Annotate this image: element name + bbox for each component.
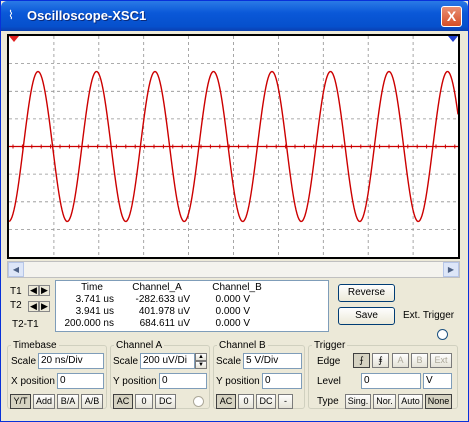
cursor-controls: T1 ◀ ▶ T2 ◀ ▶ T2-T1 bbox=[7, 280, 51, 332]
readout-delta-channel-a: 684.611 uV bbox=[139, 318, 190, 329]
measurement-readout: Time Channel_A Channel_B 3.741 us -282.6… bbox=[55, 280, 329, 332]
mode-ab-button[interactable]: A/B bbox=[81, 394, 103, 409]
save-button[interactable]: Save bbox=[338, 307, 395, 325]
channel-b-scale-field[interactable]: 5 V/Div bbox=[243, 353, 302, 369]
reverse-button[interactable]: Reverse bbox=[338, 284, 395, 302]
t2-t1-label: T2-T1 bbox=[12, 319, 39, 330]
channel-a-scale-up-icon[interactable]: ▲ bbox=[195, 353, 207, 361]
channel-a-scale-label: Scale bbox=[113, 356, 139, 367]
t1-right-arrow-icon[interactable]: ▶ bbox=[39, 285, 50, 296]
scroll-right-icon[interactable]: ▶ bbox=[443, 262, 459, 277]
mode-yt-button[interactable]: Y/T bbox=[10, 394, 31, 409]
t1-left-arrow-icon[interactable]: ◀ bbox=[28, 285, 39, 296]
trigger-source-a-button[interactable]: A bbox=[392, 353, 409, 368]
t2-label: T2 bbox=[10, 300, 22, 311]
channel-a-ypos-field[interactable]: 0 bbox=[159, 373, 207, 389]
channel-a-invert-radio[interactable] bbox=[193, 396, 204, 407]
trigger-source-ext-button[interactable]: Ext bbox=[430, 353, 452, 368]
trigger-normal-button[interactable]: Nor. bbox=[373, 394, 396, 409]
trigger-level-label: Level bbox=[317, 376, 341, 387]
window-title: Oscilloscope-XSC1 bbox=[27, 8, 147, 23]
oscilloscope-window: ⌇ Oscilloscope-XSC1 X ◀ ▶ T1 ◀ ▶ T2 ◀ ▶ … bbox=[0, 0, 469, 422]
trigger-level-unit[interactable]: V bbox=[423, 373, 452, 389]
title-bar[interactable]: ⌇ Oscilloscope-XSC1 X bbox=[1, 1, 468, 31]
trigger-source-b-button[interactable]: B bbox=[411, 353, 428, 368]
cursor-t2-marker-icon bbox=[448, 36, 458, 42]
readout-header-channel-b: Channel_B bbox=[212, 282, 262, 293]
trigger-edge-label: Edge bbox=[317, 356, 341, 367]
channel-a-ypos-label: Y position bbox=[113, 376, 157, 387]
trigger-title: Trigger bbox=[312, 340, 348, 351]
scope-graph bbox=[9, 36, 458, 257]
readout-t2-time: 3.941 us bbox=[75, 306, 114, 317]
channel-a-zero-button[interactable]: 0 bbox=[135, 394, 153, 409]
trigger-single-button[interactable]: Sing. bbox=[345, 394, 371, 409]
ext-trigger-radio[interactable] bbox=[437, 329, 448, 340]
timebase-title: Timebase bbox=[11, 340, 59, 351]
channel-b-ypos-field[interactable]: 0 bbox=[262, 373, 302, 389]
trigger-auto-button[interactable]: Auto bbox=[398, 394, 423, 409]
channel-a-dc-button[interactable]: DC bbox=[155, 394, 176, 409]
trigger-level-field[interactable]: 0 bbox=[361, 373, 421, 389]
readout-t2-channel-a: 401.978 uV bbox=[138, 306, 190, 317]
channel-a-ac-button[interactable]: AC bbox=[113, 394, 133, 409]
channel-a-scale-field[interactable]: 200 uV/Di bbox=[140, 353, 195, 369]
channel-b-title: Channel B bbox=[217, 340, 268, 351]
rising-edge-icon[interactable]: ⨍ bbox=[353, 353, 370, 368]
timebase-xpos-field[interactable]: 0 bbox=[57, 373, 104, 389]
ext-trigger-label: Ext. Trigger bbox=[403, 310, 455, 321]
mode-ba-button[interactable]: B/A bbox=[57, 394, 79, 409]
readout-t1-channel-a: -282.633 uV bbox=[135, 294, 191, 305]
trigger-type-label: Type bbox=[317, 396, 339, 407]
channel-b-ypos-label: Y position bbox=[216, 376, 260, 387]
channel-b-ac-button[interactable]: AC bbox=[216, 394, 236, 409]
t2-right-arrow-icon[interactable]: ▶ bbox=[39, 301, 50, 312]
channel-a-scale-down-icon[interactable]: ▼ bbox=[195, 361, 207, 369]
timebase-scale-field[interactable]: 20 ns/Div bbox=[38, 353, 104, 369]
readout-header-channel-a: Channel_A bbox=[132, 282, 182, 293]
trigger-none-button[interactable]: None bbox=[425, 394, 452, 409]
timebase-xpos-label: X position bbox=[11, 376, 55, 387]
readout-t1-channel-b: 0.000 V bbox=[215, 294, 250, 305]
falling-edge-icon[interactable]: ⨎ bbox=[372, 353, 389, 368]
horizontal-scrollbar[interactable]: ◀ ▶ bbox=[7, 261, 460, 278]
readout-t1-time: 3.741 us bbox=[75, 294, 114, 305]
channel-a-title: Channel A bbox=[114, 340, 165, 351]
t1-label: T1 bbox=[10, 286, 22, 297]
mode-add-button[interactable]: Add bbox=[33, 394, 55, 409]
close-button[interactable]: X bbox=[441, 6, 462, 27]
channel-b-dc-button[interactable]: DC bbox=[256, 394, 276, 409]
channel-b-scale-label: Scale bbox=[216, 356, 242, 367]
channel-b-invert-button[interactable]: - bbox=[278, 394, 293, 409]
readout-delta-channel-b: 0.000 V bbox=[215, 318, 250, 329]
readout-delta-time: 200.000 ns bbox=[64, 318, 115, 329]
oscilloscope-icon: ⌇ bbox=[8, 8, 14, 22]
channel-b-zero-button[interactable]: 0 bbox=[238, 394, 254, 409]
readout-t2-channel-b: 0.000 V bbox=[215, 306, 250, 317]
cursor-t1-marker-icon bbox=[9, 36, 19, 42]
t2-left-arrow-icon[interactable]: ◀ bbox=[28, 301, 39, 312]
scroll-left-icon[interactable]: ◀ bbox=[8, 262, 24, 277]
timebase-scale-label: Scale bbox=[11, 356, 37, 367]
readout-header-time: Time bbox=[81, 282, 103, 293]
scope-display[interactable] bbox=[7, 34, 460, 259]
